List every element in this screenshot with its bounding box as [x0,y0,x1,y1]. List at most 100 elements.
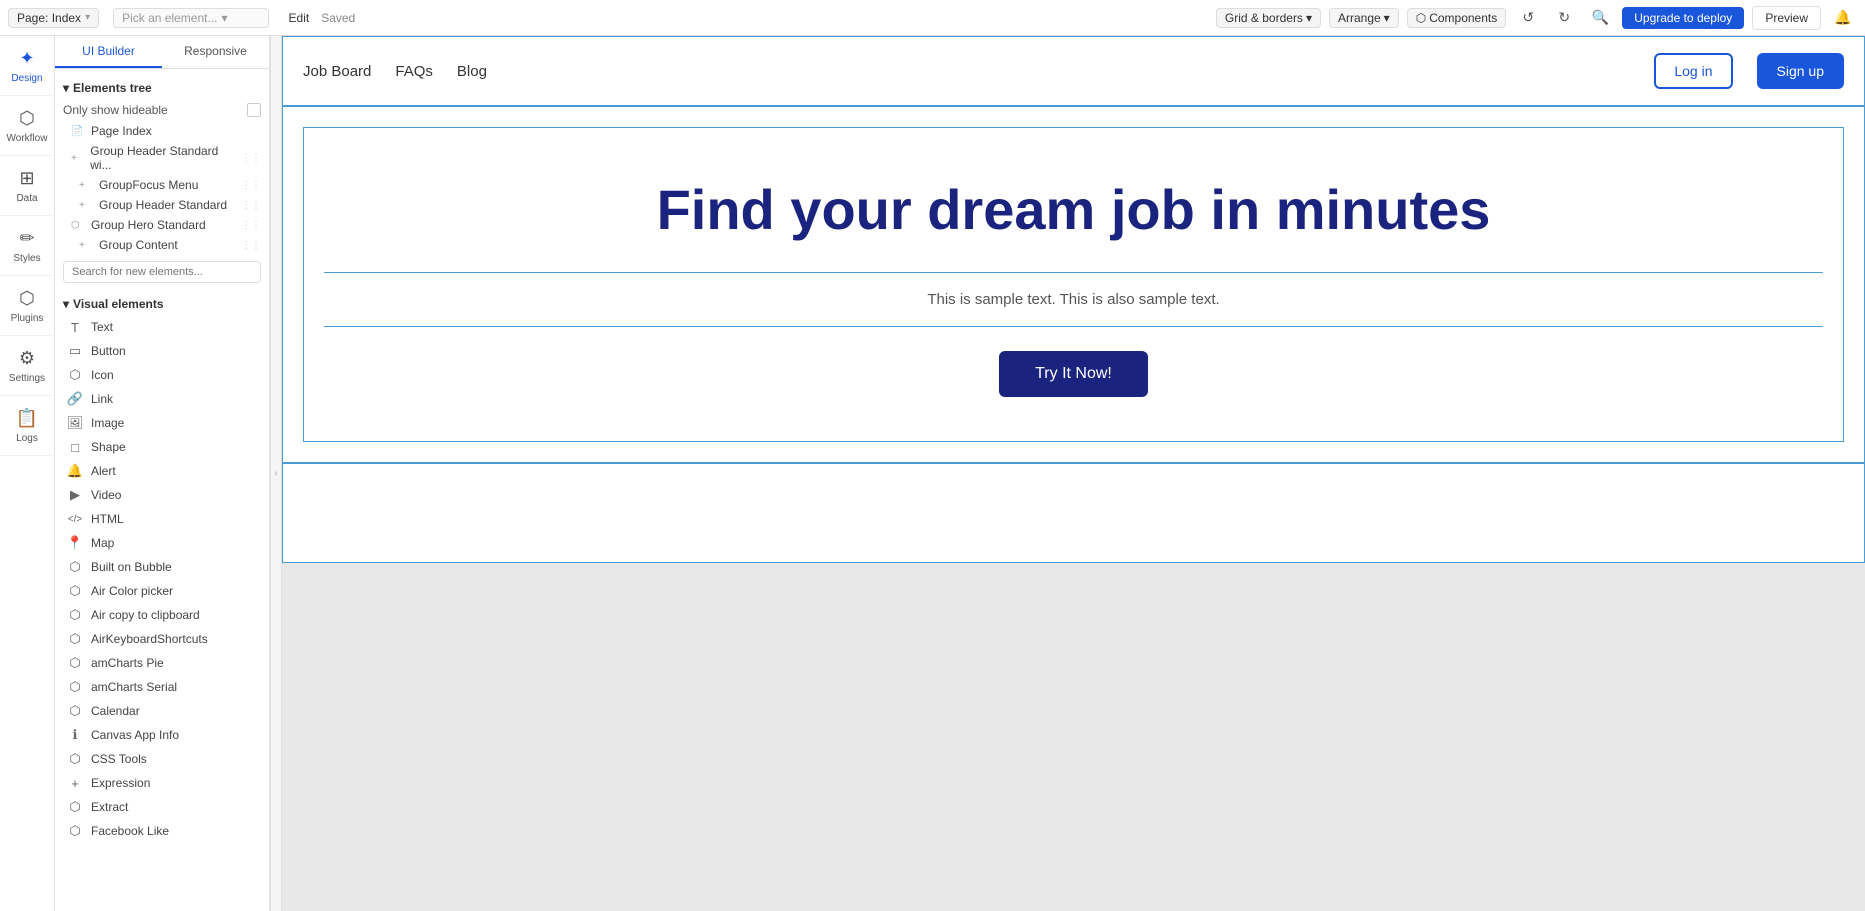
try-now-button[interactable]: Try It Now! [999,351,1148,397]
hero-section: Find your dream job in minutes This is s… [282,106,1865,463]
preview-button[interactable]: Preview [1752,6,1821,30]
element-css-tools[interactable]: ⬡ CSS Tools [55,747,269,771]
element-css-tools-label: CSS Tools [91,752,147,766]
element-image[interactable]: 🖼 Image [55,411,269,435]
undo-button[interactable]: ↺ [1514,4,1542,32]
element-video[interactable]: ▶ Video [55,483,269,507]
search-elements-input[interactable] [63,261,261,283]
picker-chevron-icon: ▾ [221,11,227,25]
css-tools-icon: ⬡ [67,751,83,767]
element-air-copy[interactable]: ⬡ Air copy to clipboard [55,603,269,627]
element-alert[interactable]: 🔔 Alert [55,459,269,483]
tree-group-hero-standard[interactable]: ⬡ Group Hero Standard ⋮⋮ [55,215,269,235]
canvas-area: Job Board FAQs Blog Log in Sign up Find … [282,36,1865,911]
element-link-label: Link [91,392,113,406]
canvas-wrapper: Job Board FAQs Blog Log in Sign up Find … [282,36,1865,911]
arrange-button[interactable]: Arrange ▾ [1329,8,1399,28]
element-shape[interactable]: □ Shape [55,435,269,459]
edit-button[interactable]: Edit [289,11,310,25]
only-show-hideable-row: Only show hideable [55,99,269,121]
element-calendar-label: Calendar [91,704,140,718]
element-image-label: Image [91,416,124,430]
group-icon-2: + [79,180,93,191]
nav-blog[interactable]: Blog [457,63,487,80]
element-text[interactable]: T Text [55,315,269,339]
sidebar-workflow-label: Workflow [7,133,48,144]
upgrade-button[interactable]: Upgrade to deploy [1622,7,1744,29]
group-icon-3: + [79,200,93,211]
tree-group-header-standard-wi[interactable]: + Group Header Standard wi... ⋮⋮ [55,141,269,175]
page-indicator[interactable]: Page: Index ▾ [8,8,99,28]
saved-indicator: Saved [321,11,355,25]
sidebar-item-styles[interactable]: ✏ Styles [0,216,55,276]
tree-group-header-standard[interactable]: + Group Header Standard ⋮⋮ [55,195,269,215]
amcharts-serial-icon: ⬡ [67,679,83,695]
notifications-button[interactable]: 🔔 [1829,4,1857,32]
visual-toggle: ▾ [63,297,69,311]
panel: UI Builder Responsive ▾ Elements tree On… [55,36,270,911]
sidebar-item-data[interactable]: ⊞ Data [0,156,55,216]
only-show-toggle[interactable] [247,103,261,117]
redo-button[interactable]: ↻ [1550,4,1578,32]
element-picker[interactable]: Pick an element... ▾ [113,8,268,28]
plugins-icon: ⬡ [19,288,35,309]
text-icon: T [67,319,83,335]
main-layout: ✦ Design ⬡ Workflow ⊞ Data ✏ Styles ⬡ Pl… [0,36,1865,911]
element-expression[interactable]: + Expression [55,771,269,795]
air-copy-icon: ⬡ [67,607,83,623]
element-facebook-like[interactable]: ⬡ Facebook Like [55,819,269,843]
tab-responsive[interactable]: Responsive [162,36,269,68]
element-text-label: Text [91,320,113,334]
element-canvas-app-info[interactable]: ℹ Canvas App Info [55,723,269,747]
panel-collapse-handle[interactable]: ‹ [270,36,282,911]
tab-ui-builder[interactable]: UI Builder [55,36,162,68]
airkeyboard-icon: ⬡ [67,631,83,647]
visual-elements-header[interactable]: ▾ Visual elements [55,293,269,315]
sidebar-item-plugins[interactable]: ⬡ Plugins [0,276,55,336]
amcharts-pie-icon: ⬡ [67,655,83,671]
tree-page-index[interactable]: 📄 Page Index [55,121,269,141]
image-icon: 🖼 [67,415,83,431]
page-chevron-icon: ▾ [85,12,90,23]
element-air-color-picker[interactable]: ⬡ Air Color picker [55,579,269,603]
nav-signup-button[interactable]: Sign up [1757,53,1844,89]
element-extract[interactable]: ⬡ Extract [55,795,269,819]
element-amcharts-serial[interactable]: ⬡ amCharts Serial [55,675,269,699]
element-html[interactable]: </> HTML [55,507,269,531]
nav-faqs[interactable]: FAQs [395,63,433,80]
top-bar-mid: Edit Saved [289,11,356,25]
components-button[interactable]: ⬡ Components [1407,8,1507,28]
group-content-label: Group Content [99,238,178,252]
expression-icon: + [67,775,83,791]
sidebar-plugins-label: Plugins [11,313,44,324]
element-airkeyboard[interactable]: ⬡ AirKeyboardShortcuts [55,627,269,651]
element-picker-placeholder: Pick an element... [122,11,217,25]
elements-tree-label: Elements tree [73,81,152,95]
element-link[interactable]: 🔗 Link [55,387,269,411]
grid-borders-button[interactable]: Grid & borders ▾ [1216,8,1321,28]
element-built-on-bubble[interactable]: ⬡ Built on Bubble [55,555,269,579]
sidebar-item-logs[interactable]: 📋 Logs [0,396,55,456]
nav-login-button[interactable]: Log in [1654,53,1732,89]
sidebar-design-label: Design [11,73,42,84]
panel-tabs: UI Builder Responsive [55,36,269,69]
sidebar-item-design[interactable]: ✦ Design [0,36,55,96]
tree-group-content[interactable]: + Group Content ⋮⋮ [55,235,269,255]
link-icon: 🔗 [67,391,83,407]
handle-icon-2: ⋮⋮ [241,180,261,191]
element-map[interactable]: 📍 Map [55,531,269,555]
element-amcharts-pie[interactable]: ⬡ amCharts Pie [55,651,269,675]
search-button[interactable]: 🔍 [1586,4,1614,32]
sidebar-item-settings[interactable]: ⚙ Settings [0,336,55,396]
nav-job-board[interactable]: Job Board [303,63,371,80]
element-icon[interactable]: ⬡ Icon [55,363,269,387]
element-air-color-picker-label: Air Color picker [91,584,173,598]
element-button[interactable]: ▭ Button [55,339,269,363]
group-header-standard-wi-label: Group Header Standard wi... [90,144,235,172]
tree-groupfocus-menu[interactable]: + GroupFocus Menu ⋮⋮ [55,175,269,195]
handle-icon-1: ⋮⋮ [241,153,261,164]
sidebar-item-workflow[interactable]: ⬡ Workflow [0,96,55,156]
element-calendar[interactable]: ⬡ Calendar [55,699,269,723]
elements-tree-header[interactable]: ▾ Elements tree [55,77,269,99]
icon-icon: ⬡ [67,367,83,383]
